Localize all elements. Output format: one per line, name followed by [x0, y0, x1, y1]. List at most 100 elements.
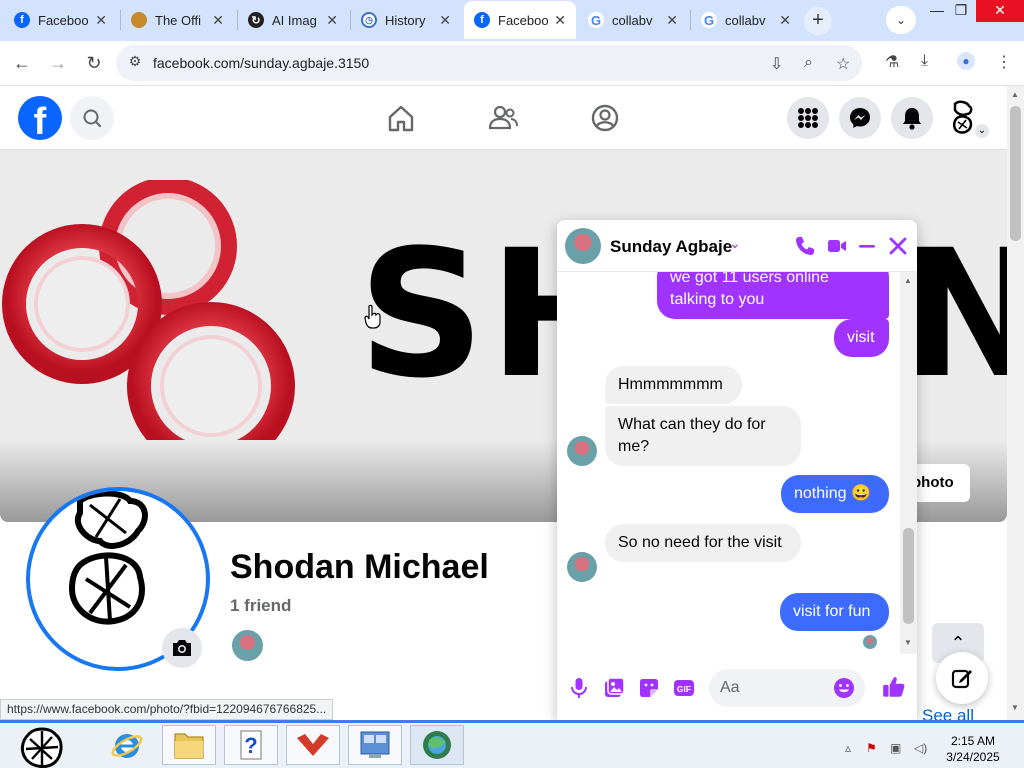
site-info-icon[interactable]: ⚙ — [125, 53, 145, 73]
new-tab-button[interactable]: + — [804, 7, 832, 35]
profile-avatar-icon[interactable]: ● — [957, 52, 975, 70]
tab-facebook-active[interactable]: f Faceboo ✕ — [464, 1, 576, 39]
messenger-button[interactable] — [839, 97, 881, 139]
labs-flask-icon[interactable]: ⚗ — [885, 52, 899, 72]
friends-icon[interactable] — [487, 102, 519, 134]
address-toolbar: ← → ↻ ⚙ facebook.com/sunday.agbaje.3150 … — [0, 41, 1024, 86]
tab-title: History — [385, 12, 426, 28]
tab-title: The Offi — [155, 12, 202, 28]
security-alert-icon[interactable]: ⚑ — [866, 741, 877, 755]
tab-history[interactable]: ◷ History ✕ — [351, 1, 461, 39]
network-icon[interactable]: ▣ — [890, 741, 901, 755]
taskbar-help[interactable]: ? — [224, 725, 278, 765]
like-thumbs-up-icon[interactable] — [881, 674, 907, 700]
emoji-icon[interactable] — [833, 677, 855, 699]
message-bubble-outgoing[interactable]: we got 11 users online talking to you — [657, 272, 889, 319]
history-clock-icon: ◷ — [361, 12, 377, 28]
bell-icon — [903, 108, 921, 130]
start-button-icon[interactable] — [18, 725, 66, 768]
chat-scrollbar-thumb[interactable] — [903, 528, 914, 624]
message-bubble-incoming[interactable]: What can they do for me? — [605, 406, 801, 466]
message-bubble-outgoing[interactable]: visit — [834, 319, 889, 357]
show-hidden-icons[interactable]: ▵ — [845, 741, 851, 755]
message-bubble-incoming[interactable]: So no need for the visit — [605, 524, 801, 562]
page-scrollbar[interactable]: ▲ ▼ — [1007, 86, 1024, 720]
close-tab-icon[interactable]: ✕ — [95, 12, 107, 29]
downloads-icon[interactable]: ⤓ — [921, 52, 928, 70]
zoom-icon[interactable]: ⌕ — [804, 54, 813, 72]
video-call-icon[interactable] — [825, 234, 849, 258]
update-profile-picture-button[interactable] — [162, 628, 202, 668]
scroll-up-arrow-icon[interactable]: ▲ — [1011, 90, 1019, 99]
page-scrollbar-thumb[interactable] — [1010, 106, 1021, 241]
menu-button[interactable] — [787, 97, 829, 139]
search-button[interactable] — [70, 96, 114, 140]
tab-the-office[interactable]: The Offi ✕ — [121, 1, 234, 39]
microphone-icon[interactable] — [567, 676, 591, 700]
chat-contact-avatar[interactable] — [565, 228, 601, 264]
close-tab-icon[interactable]: ✕ — [554, 12, 566, 29]
chat-scrollbar[interactable]: ▲ ▼ — [900, 272, 917, 654]
message-bubble-outgoing[interactable]: nothing 😀 — [781, 475, 889, 513]
sticker-icon[interactable] — [637, 676, 661, 700]
close-chat-icon[interactable] — [886, 234, 910, 258]
tab-ai-image[interactable]: ↻ AI Imag ✕ — [238, 1, 348, 39]
tab-facebook-1[interactable]: f Faceboo ✕ — [4, 1, 117, 39]
voice-call-icon[interactable] — [793, 234, 817, 258]
minimize-chat-icon[interactable] — [855, 234, 879, 258]
friend-count-link[interactable]: 1 friend — [230, 596, 291, 616]
install-app-icon[interactable]: ⇩ — [770, 54, 783, 74]
chat-contact-name[interactable]: Sunday Agbaje — [610, 237, 732, 257]
volume-icon[interactable]: ◁) — [914, 741, 927, 755]
close-tab-icon[interactable]: ✕ — [212, 12, 224, 29]
url-text[interactable]: facebook.com/sunday.agbaje.3150 — [153, 55, 369, 71]
message-sender-avatar[interactable] — [567, 552, 597, 582]
message-input[interactable]: Aa — [709, 669, 865, 707]
close-tab-icon[interactable]: ✕ — [439, 12, 451, 29]
tab-title: AI Imag — [272, 12, 317, 28]
message-bubble-outgoing[interactable]: visit for fun — [780, 593, 889, 631]
reload-button[interactable]: ↻ — [82, 51, 106, 75]
close-tab-icon[interactable]: ✕ — [666, 12, 678, 29]
chat-composer-bar: GIF Aa — [557, 654, 917, 720]
chat-header[interactable]: Sunday Agbaje ⌄ — [557, 220, 917, 272]
notifications-button[interactable] — [891, 97, 933, 139]
internet-explorer-icon[interactable] — [110, 729, 144, 763]
new-message-button[interactable] — [936, 652, 988, 704]
chat-message-list[interactable]: we got 11 users online talking to you vi… — [557, 272, 900, 654]
control-panel-icon — [360, 731, 390, 758]
search-icon — [83, 109, 102, 128]
forward-button[interactable]: → — [46, 51, 70, 75]
facebook-logo[interactable]: f — [18, 96, 62, 140]
taskbar-app-red[interactable] — [286, 725, 340, 765]
message-bubble-incoming[interactable]: Hmmmmmmm — [605, 366, 742, 404]
tab-collabv-1[interactable]: G collabv ✕ — [578, 1, 688, 39]
address-bar[interactable]: ⚙ facebook.com/sunday.agbaje.3150 ⇩ ⌕ ☆ — [116, 45, 862, 81]
chevron-down-icon[interactable]: ⌄ — [729, 235, 741, 252]
scroll-up-arrow-icon[interactable]: ▲ — [904, 276, 912, 285]
restore-window-button[interactable]: ❐ — [944, 0, 978, 22]
bookmark-star-icon[interactable]: ☆ — [836, 54, 850, 74]
close-window-button[interactable]: ✕ — [976, 0, 1024, 22]
photo-attach-icon[interactable] — [602, 676, 626, 700]
home-icon[interactable] — [385, 102, 417, 134]
tab-search-button[interactable]: ⌄ — [886, 6, 916, 34]
gif-icon[interactable]: GIF — [672, 676, 696, 700]
close-tab-icon[interactable]: ✕ — [779, 12, 791, 29]
message-sender-avatar[interactable] — [567, 436, 597, 466]
taskbar-control-panel[interactable] — [348, 725, 402, 765]
facebook-favicon-icon: f — [14, 12, 30, 28]
scroll-down-arrow-icon[interactable]: ▼ — [904, 638, 912, 647]
taskbar-chrome[interactable] — [410, 725, 464, 765]
account-chevron-icon[interactable]: ⌄ — [975, 124, 989, 138]
profile-circle-icon[interactable] — [589, 102, 621, 134]
friend-avatar[interactable] — [230, 628, 265, 663]
browser-menu-icon[interactable]: ⋮ — [996, 52, 1012, 72]
back-button[interactable]: ← — [10, 51, 34, 75]
close-tab-icon[interactable]: ✕ — [326, 12, 338, 29]
messenger-icon — [850, 108, 870, 128]
tab-collabv-2[interactable]: G collabv ✕ — [691, 1, 801, 39]
scroll-down-arrow-icon[interactable]: ▼ — [1011, 703, 1019, 712]
taskbar-file-explorer[interactable] — [162, 725, 216, 765]
taskbar-clock[interactable]: 2:15 AM 3/24/2025 — [935, 733, 1011, 765]
